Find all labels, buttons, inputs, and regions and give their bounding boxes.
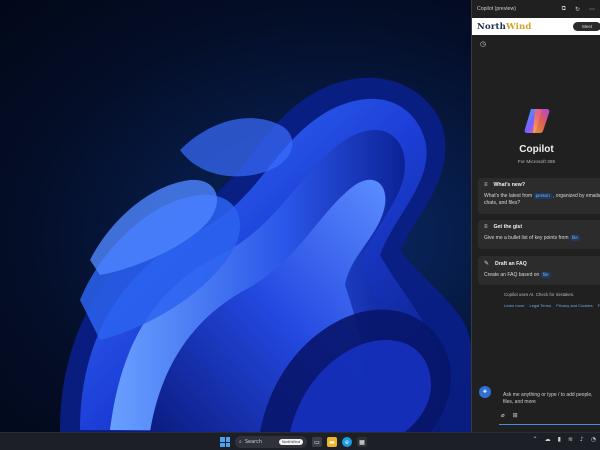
learn-more-link[interactable]: Learn more — [504, 303, 524, 308]
wifi-icon[interactable]: ≋ — [568, 436, 573, 443]
copilot-hero: Copilot For Microsoft 365 — [472, 106, 600, 165]
refresh-icon[interactable]: ↻ — [575, 6, 580, 13]
file-chip[interactable]: file — [569, 235, 580, 241]
file-explorer-icon[interactable]: ▬ — [327, 437, 337, 447]
copilot-titlebar: Copilot (preview) ⧉ ↻ ⋯ — [472, 0, 600, 18]
ai-disclaimer: Copilot uses AI. Check for mistakes. — [504, 292, 575, 297]
person-chip[interactable]: person — [533, 193, 552, 199]
chevron-up-icon[interactable]: ⌃ — [533, 436, 538, 443]
windows-start-icon[interactable] — [220, 437, 230, 447]
history-bar: ◷ — [472, 35, 600, 53]
search-icon: ⌕ — [239, 439, 242, 445]
window-title: Copilot (preview) — [477, 6, 516, 12]
plus-icon[interactable]: ⊞ — [513, 412, 518, 419]
copilot-subtitle: For Microsoft 365 — [517, 160, 556, 165]
copilot-logo-icon — [524, 109, 549, 133]
bloom-artwork — [60, 77, 471, 432]
privacy-link[interactable]: Privacy and Cookies — [556, 303, 592, 308]
search-highlight-pill: NorthWind — [278, 439, 303, 445]
new-chat-icon[interactable]: ✚ — [479, 386, 491, 398]
prompt-toolbar: ⌀ ⊞ — [501, 412, 518, 419]
footer-links: Learn more Legal Terms Privacy and Cooki… — [504, 303, 600, 308]
list-icon: ≡ — [484, 182, 488, 188]
prompt-card-get-the-gist[interactable]: ≡ Get the gist Give me a bullet list of k… — [478, 220, 600, 249]
brand-bar: NorthWind Meet — [472, 18, 600, 35]
attach-icon[interactable]: ⌀ — [501, 412, 505, 419]
list-icon: ≡ — [484, 224, 488, 230]
edge-icon[interactable]: e — [342, 437, 352, 447]
taskbar-search[interactable]: ⌕ Search NorthWind — [235, 436, 307, 448]
store-icon[interactable]: ▦ — [357, 437, 367, 447]
more-icon[interactable]: ⋯ — [589, 6, 595, 13]
bell-icon[interactable]: ◔ — [591, 436, 596, 443]
copilot-title: Copilot — [519, 144, 554, 155]
task-view-icon[interactable]: ▭ — [312, 437, 322, 447]
legal-terms-link[interactable]: Legal Terms — [529, 303, 551, 308]
prompt-card-whats-new[interactable]: ≡ What's new? What's the latest from pers… — [478, 178, 600, 214]
prompt-input[interactable]: Ask me anything or type / to add people,… — [503, 392, 600, 406]
taskbar: ⌕ Search NorthWind ▭ ▬ e ▦ ⌃ ☁ ▮ ≋ ♪ ◔ — [0, 432, 600, 450]
prompt-card-draft-faq[interactable]: ✎ Draft an FAQ Create an FAQ based on fil… — [478, 256, 600, 285]
volume-icon[interactable]: ♪ — [580, 436, 584, 443]
system-tray: ⌃ ☁ ▮ ≋ ♪ ◔ — [533, 436, 596, 443]
popout-icon[interactable]: ⧉ — [562, 6, 566, 13]
meet-button[interactable]: Meet — [573, 22, 600, 31]
copilot-panel: Copilot (preview) ⧉ ↻ ⋯ NorthWind Meet ◷ — [471, 0, 600, 432]
taskbar-center: ⌕ Search NorthWind ▭ ▬ e ▦ — [220, 435, 367, 449]
cloud-icon[interactable]: ☁ — [545, 436, 551, 443]
battery-icon[interactable]: ▮ — [558, 436, 561, 443]
pencil-icon: ✎ — [484, 261, 490, 267]
northwind-logo: NorthWind — [477, 21, 532, 32]
desktop-wallpaper — [0, 0, 471, 432]
prompt-underline — [499, 424, 600, 425]
history-icon[interactable]: ◷ — [480, 40, 486, 48]
file-chip[interactable]: file — [540, 272, 551, 278]
